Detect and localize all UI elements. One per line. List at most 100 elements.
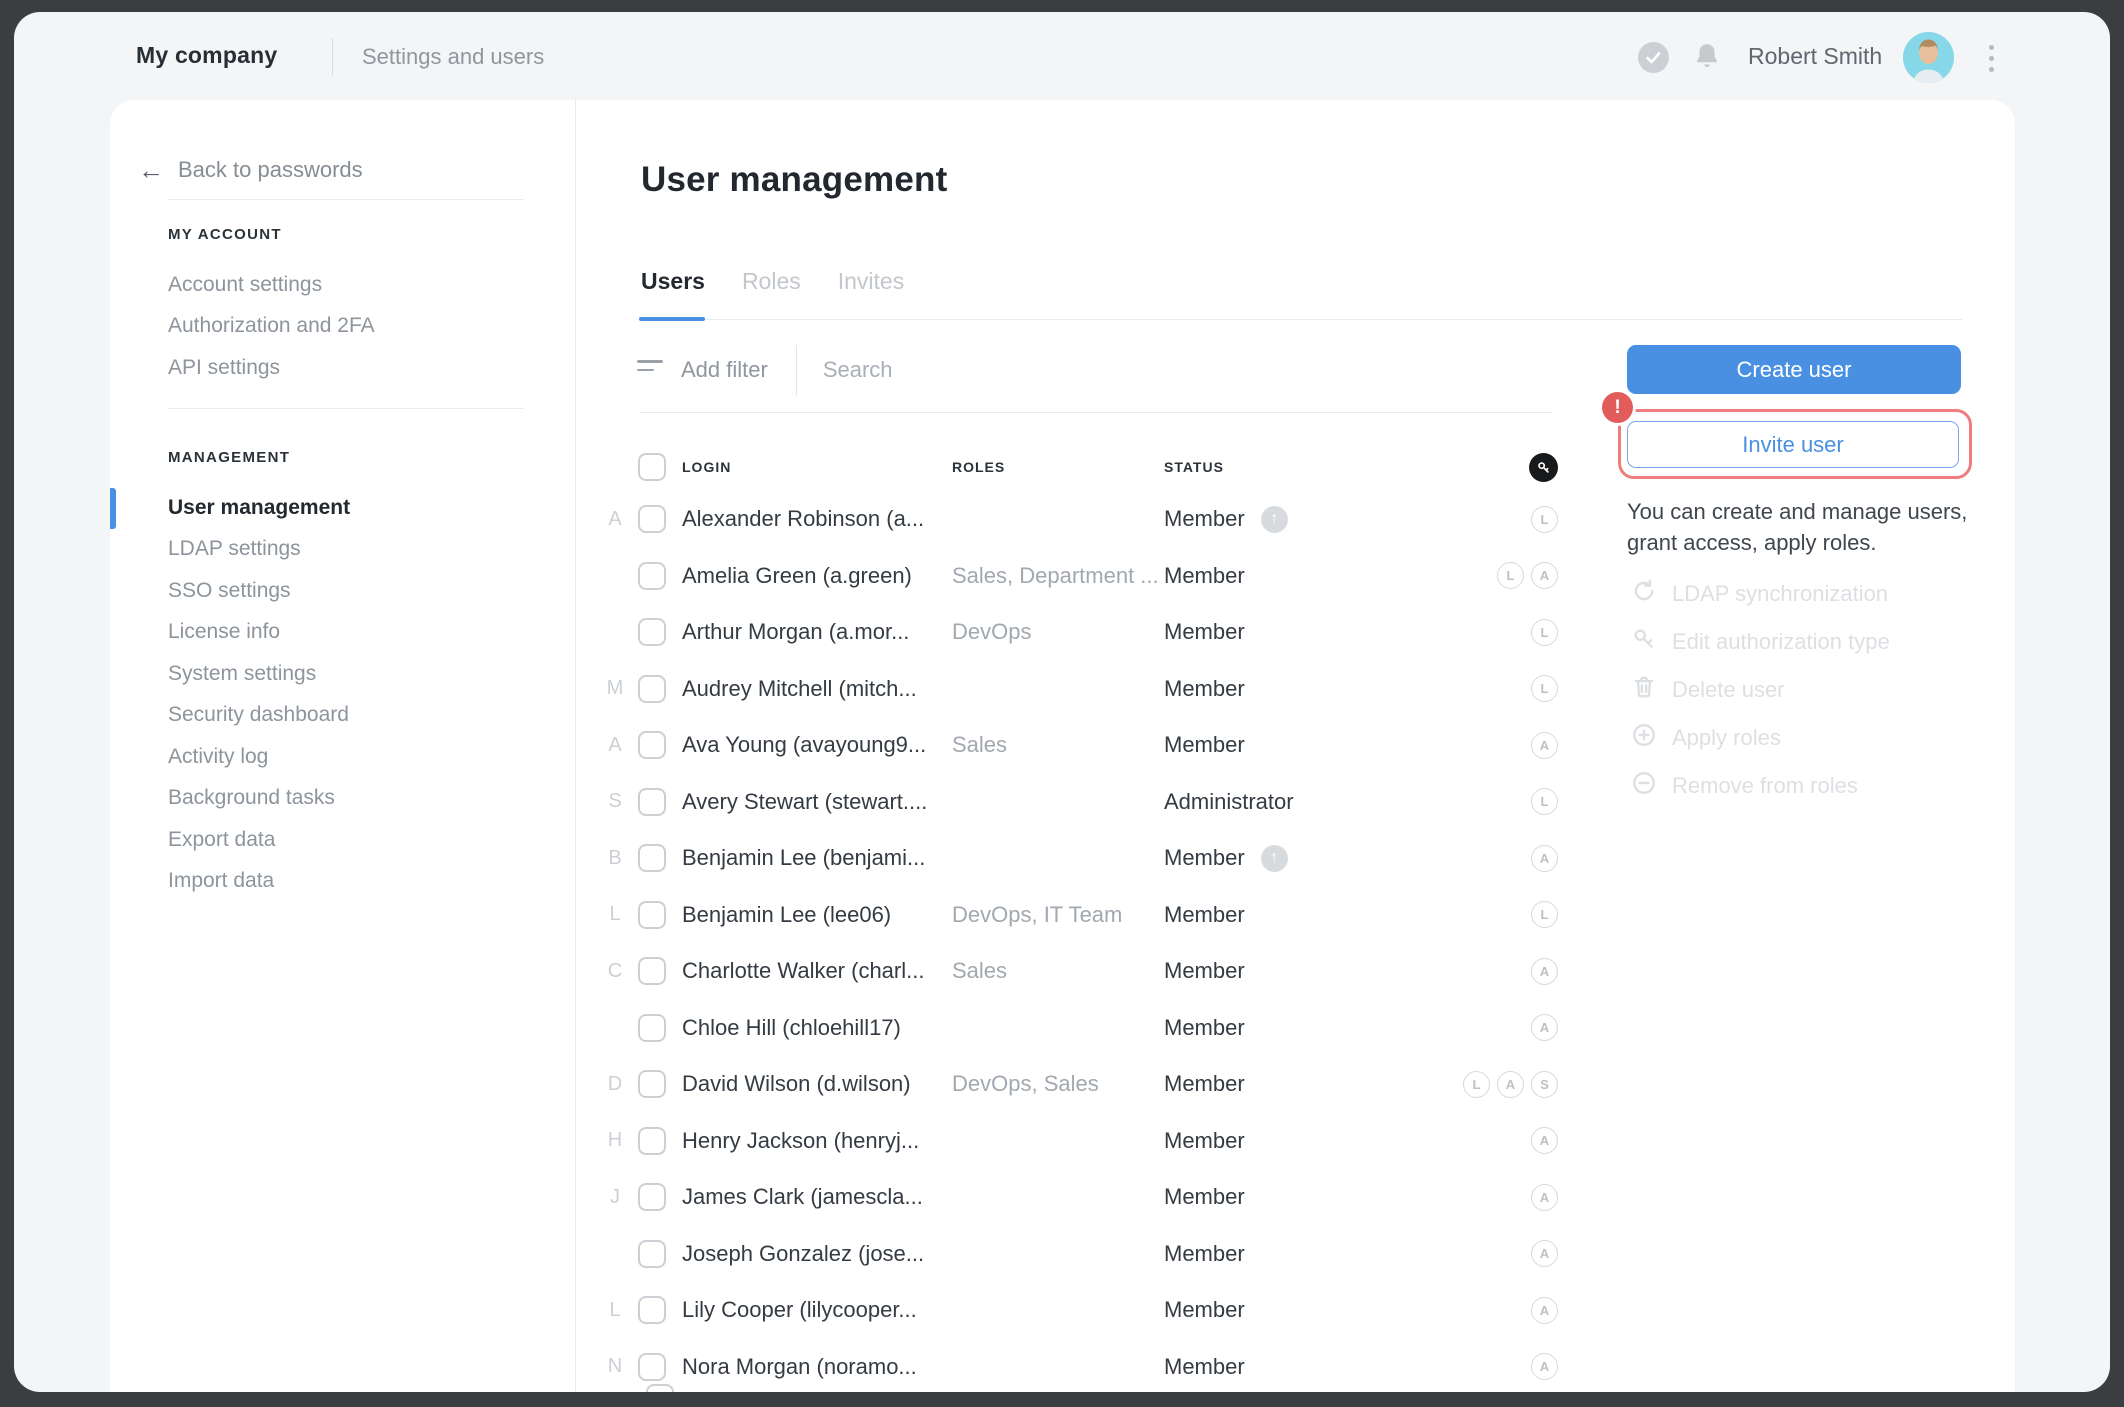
table-row: Amelia Green (a.green) Sales, Department…	[600, 548, 1558, 605]
tab-users[interactable]: Users	[641, 268, 705, 311]
create-user-button[interactable]: Create user	[1627, 345, 1961, 394]
alpha-index-label: D	[600, 1073, 630, 1096]
sidebar-item-background-tasks[interactable]: Background tasks	[168, 778, 548, 820]
filter-separator	[796, 345, 797, 395]
promoted-arrow-icon: ↑	[1261, 506, 1288, 533]
user-roles-label: Sales	[952, 732, 1164, 758]
auth-type-badge-l: L	[1497, 562, 1524, 589]
check-circle-icon[interactable]	[1638, 42, 1669, 73]
alert-badge-icon: !	[1602, 392, 1633, 423]
content-card: ← Back to passwords MY ACCOUNT Account s…	[110, 100, 2015, 1392]
current-user-name[interactable]: Robert Smith	[1748, 43, 1882, 70]
select-all-checkbox[interactable]	[638, 453, 666, 481]
table-row: C Charlotte Walker (charl... Sales Membe…	[600, 943, 1558, 1000]
row-checkbox[interactable]	[638, 675, 666, 703]
action-apply-roles: Apply roles	[1631, 714, 1890, 762]
row-checkbox[interactable]	[638, 844, 666, 872]
bell-icon[interactable]	[1690, 40, 1724, 74]
table-row: M Audrey Mitchell (mitch... Member L	[600, 661, 1558, 718]
row-checkbox[interactable]	[638, 731, 666, 759]
row-checkbox[interactable]	[638, 1127, 666, 1155]
auth-type-badge-a: A	[1531, 1127, 1558, 1154]
alpha-index-label: J	[600, 1186, 630, 1209]
add-filter-button[interactable]: Add filter	[681, 357, 768, 383]
row-checkbox[interactable]	[638, 505, 666, 533]
sidebar-item-security-dashboard[interactable]: Security dashboard	[168, 695, 548, 737]
alpha-index-label: S	[600, 790, 630, 813]
key-icon	[1529, 453, 1558, 482]
user-login-label: Chloe Hill (chloehill17)	[682, 1015, 936, 1041]
sidebar-item-account-settings[interactable]: Account settings	[168, 264, 548, 306]
avatar[interactable]	[1903, 32, 1954, 83]
sidebar-item-user-management[interactable]: User management	[168, 487, 548, 529]
sidebar-heading-management: MANAGEMENT	[168, 449, 290, 466]
user-status-label: Administrator	[1164, 789, 1531, 815]
row-checkbox[interactable]	[638, 618, 666, 646]
column-login[interactable]: LOGIN	[682, 459, 936, 475]
auth-type-badges: A	[1531, 732, 1558, 759]
row-checkbox[interactable]	[638, 562, 666, 590]
row-checkbox[interactable]	[638, 957, 666, 985]
alpha-index-label: L	[600, 1299, 630, 1322]
sidebar-item-sso-settings[interactable]: SSO settings	[168, 570, 548, 612]
row-checkbox[interactable]	[646, 1384, 674, 1392]
user-status-label: Member	[1164, 1297, 1531, 1323]
table-row: L Benjamin Lee (lee06) DevOps, IT Team M…	[600, 887, 1558, 944]
table-row: L Lily Cooper (lilycooper... Member A	[600, 1282, 1558, 1339]
tab-invites[interactable]: Invites	[838, 268, 904, 311]
user-status-label: Member	[1164, 619, 1531, 645]
row-checkbox[interactable]	[638, 901, 666, 929]
search-input[interactable]	[823, 357, 1123, 383]
row-checkbox[interactable]	[638, 1183, 666, 1211]
auth-type-badges: L	[1531, 619, 1558, 646]
auth-type-badge-l: L	[1531, 901, 1558, 928]
row-checkbox[interactable]	[638, 1296, 666, 1324]
alpha-index-label: H	[600, 1129, 630, 1152]
row-checkbox[interactable]	[638, 1070, 666, 1098]
auth-type-badge-l: L	[1531, 675, 1558, 702]
sidebar-section-divider	[168, 199, 524, 200]
row-checkbox[interactable]	[638, 788, 666, 816]
sidebar-item-export-data[interactable]: Export data	[168, 819, 548, 861]
user-status-label: Member	[1164, 1071, 1463, 1097]
auth-type-badge-a: A	[1497, 1071, 1524, 1098]
sidebar-item-authorization-and-2fa[interactable]: Authorization and 2FA	[168, 306, 548, 348]
column-roles[interactable]: ROLES	[952, 459, 1164, 475]
user-login-label: Alexander Robinson (a...	[682, 506, 936, 532]
user-status-label: Member	[1164, 732, 1531, 758]
kebab-menu-icon[interactable]	[1976, 42, 2006, 74]
auth-type-badge-l: L	[1531, 619, 1558, 646]
sidebar-item-license-info[interactable]: License info	[168, 612, 548, 654]
promoted-arrow-icon: ↑	[1261, 845, 1288, 872]
sidebar-item-ldap-settings[interactable]: LDAP settings	[168, 529, 548, 571]
auth-type-badges: L	[1531, 506, 1558, 533]
auth-type-badges: A	[1531, 1184, 1558, 1211]
sidebar-item-import-data[interactable]: Import data	[168, 861, 548, 903]
user-status-label: Member	[1164, 1241, 1531, 1267]
page-title: User management	[641, 160, 947, 200]
users-table: LOGIN ROLES STATUS A Alexander Robinson …	[600, 443, 1558, 1392]
auth-type-badges: A	[1531, 1353, 1558, 1380]
row-checkbox[interactable]	[638, 1014, 666, 1042]
trash-icon	[1631, 674, 1657, 706]
sidebar-section-divider	[168, 408, 524, 409]
column-status[interactable]: STATUS	[1164, 459, 1529, 475]
auth-type-badge-a: A	[1531, 1014, 1558, 1041]
table-row: J James Clark (jamescla... Member A	[600, 1169, 1558, 1226]
auth-type-badges: A	[1531, 845, 1558, 872]
invite-user-button[interactable]: Invite user	[1627, 421, 1959, 468]
row-checkbox[interactable]	[638, 1240, 666, 1268]
user-status-label: Member	[1164, 1184, 1531, 1210]
tab-roles[interactable]: Roles	[742, 268, 801, 311]
back-to-passwords-link[interactable]: ← Back to passwords	[138, 157, 363, 183]
user-roles-label: DevOps	[952, 619, 1164, 645]
row-checkbox[interactable]	[638, 1353, 666, 1381]
table-row: D David Wilson (d.wilson) DevOps, Sales …	[600, 1056, 1558, 1113]
auth-type-badges: A	[1531, 1240, 1558, 1267]
sidebar-item-system-settings[interactable]: System settings	[168, 653, 548, 695]
table-row: H Henry Jackson (henryj... Member A	[600, 1113, 1558, 1170]
sidebar-item-api-settings[interactable]: API settings	[168, 347, 548, 389]
table-row: A Alexander Robinson (a... Member↑ L	[600, 491, 1558, 548]
sidebar-item-activity-log[interactable]: Activity log	[168, 736, 548, 778]
sidebar-items-management: User managementLDAP settingsSSO settings…	[168, 487, 548, 902]
